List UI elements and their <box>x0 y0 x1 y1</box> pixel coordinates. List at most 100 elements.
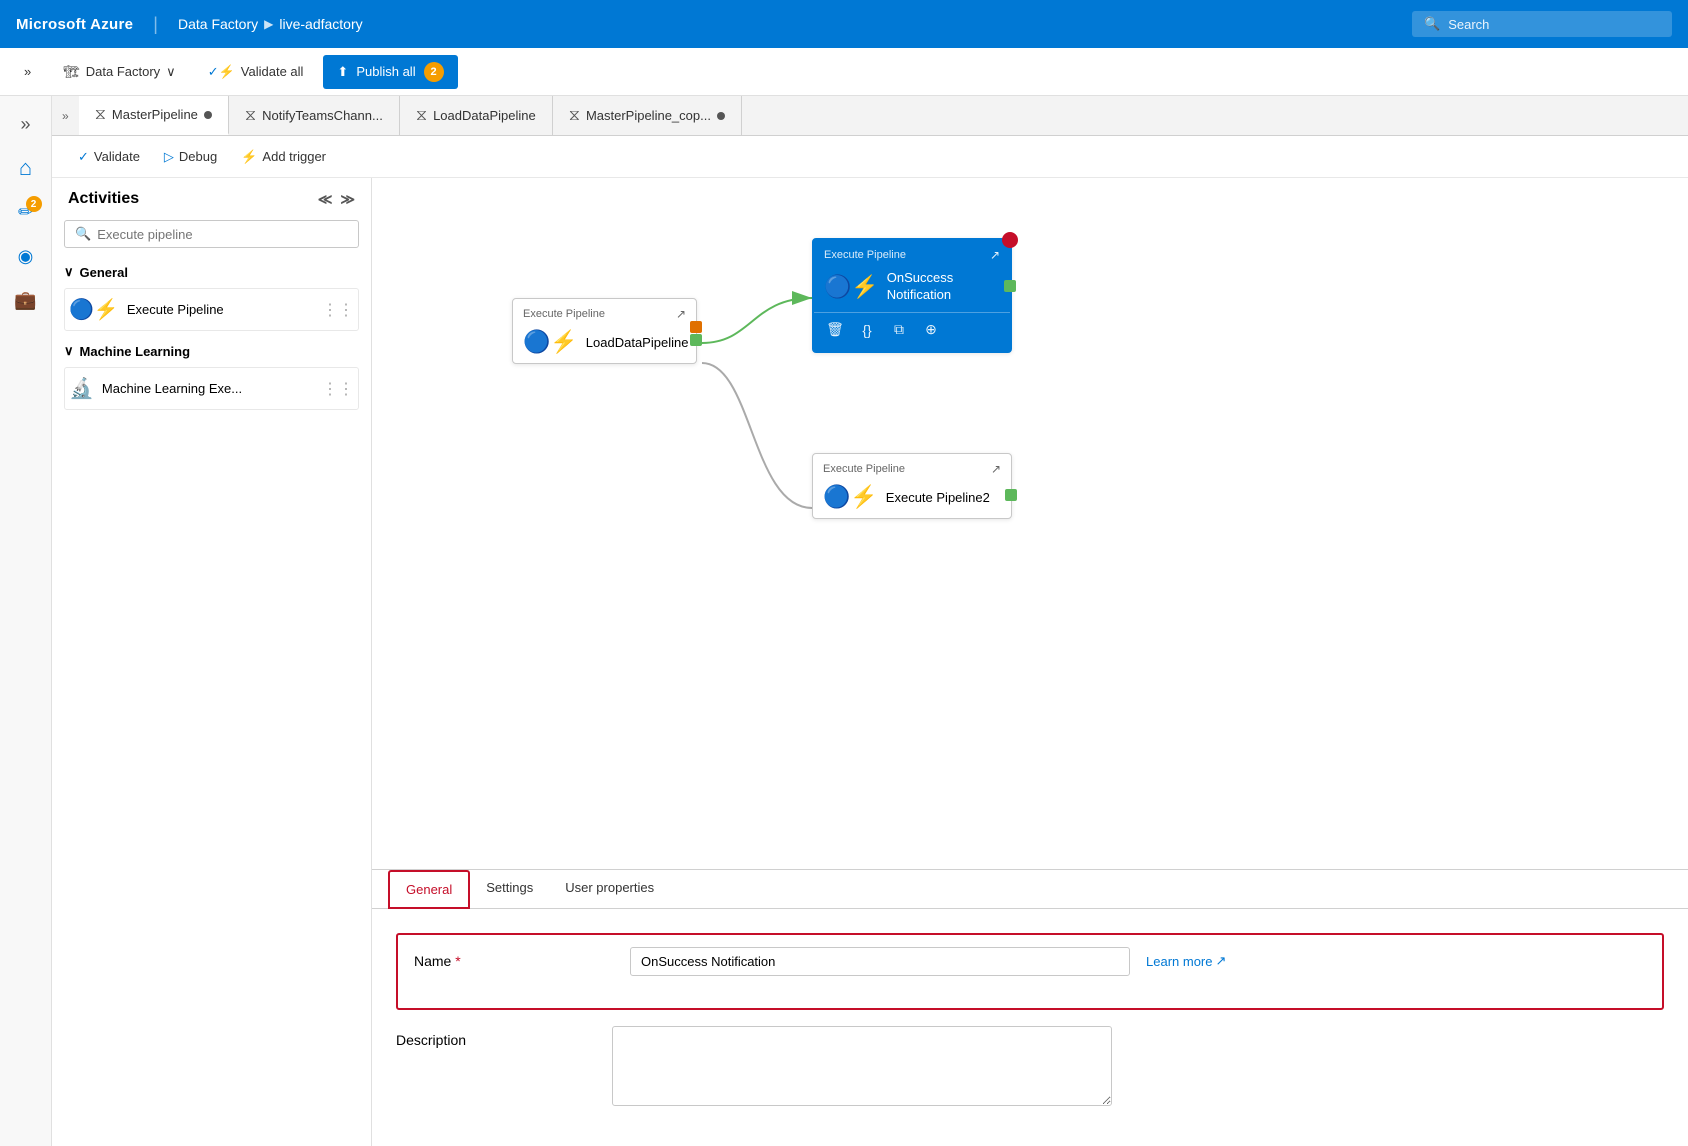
success-connector[interactable] <box>690 334 702 346</box>
delete-icon[interactable]: 🗑 <box>822 317 848 343</box>
description-textarea[interactable] <box>612 1026 1112 1106</box>
activities-general-section: ∨ General 🔵⚡ Execute Pipeline ⋮⋮ <box>52 256 371 335</box>
tab-expander[interactable]: » <box>52 109 79 123</box>
user-properties-tab-label: User properties <box>565 880 654 895</box>
add-trigger-label: Add trigger <box>262 149 326 164</box>
tab-notify-teams[interactable]: ⧖ NotifyTeamsChann... <box>229 96 400 135</box>
general-chevron-icon: ∨ <box>64 264 74 280</box>
debug-button[interactable]: ▷ Debug <box>154 144 227 170</box>
error-indicator <box>1002 232 1018 248</box>
ml-icon: 🔬 <box>69 376 94 401</box>
sub-toolbar: ✓ Validate ▷ Debug ⚡ Add trigger <box>52 136 1688 178</box>
activities-search[interactable]: 🔍 <box>64 220 359 248</box>
nav-manage[interactable]: 💼 <box>6 280 46 320</box>
add-activity-icon[interactable]: ⊕ <box>918 317 944 343</box>
on-success-external-link-icon[interactable]: ↗ <box>990 248 1000 262</box>
left-nav: » ⌂ ✏ 2 ◉ 💼 <box>0 96 52 1146</box>
expand-icon: » <box>24 64 31 79</box>
canvas-inner: Execute Pipeline ↗ 🔵⚡ LoadDataPipeline <box>392 198 1668 698</box>
search-placeholder: Search <box>1448 17 1489 32</box>
validate-all-label: Validate all <box>241 64 304 79</box>
validate-button[interactable]: ✓ Validate <box>68 144 150 170</box>
data-factory-button[interactable]: 🏗 Data Factory ∨ <box>51 58 187 86</box>
canvas-area[interactable]: Execute Pipeline ↗ 🔵⚡ LoadDataPipeline <box>372 178 1688 1146</box>
ml-drag-handle-icon: ⋮⋮ <box>322 379 354 399</box>
name-form-row: Name * Learn more ↗ <box>414 947 1646 976</box>
nav-monitor[interactable]: ◉ <box>6 236 46 276</box>
on-success-type-label: Execute Pipeline <box>824 249 906 261</box>
exec-pipeline2-body: 🔵⚡ Execute Pipeline2 <box>813 480 1011 518</box>
content-area: » ⧖ MasterPipeline ⧖ NotifyTeamsChann...… <box>52 96 1688 1146</box>
search-activities-input[interactable] <box>97 227 348 242</box>
tab-general[interactable]: General <box>388 870 470 909</box>
brand-label: Microsoft Azure <box>16 16 133 33</box>
exec-pipeline2-node[interactable]: Execute Pipeline ↗ 🔵⚡ Execute Pipeline2 <box>812 453 1012 519</box>
on-success-name: OnSuccessNotification <box>887 270 953 304</box>
nav-expand[interactable]: » <box>6 104 46 144</box>
execute-pipeline-activity[interactable]: 🔵⚡ Execute Pipeline ⋮⋮ <box>64 288 359 331</box>
drag-handle-icon: ⋮⋮ <box>322 300 354 320</box>
pipeline-icon: ⧖ <box>95 106 106 124</box>
exec-pipeline2-header: Execute Pipeline ↗ <box>813 454 1011 480</box>
load-data-name: LoadDataPipeline <box>586 335 689 350</box>
tab-master-copy[interactable]: ⧖ MasterPipeline_cop... <box>553 96 742 135</box>
tab-user-properties[interactable]: User properties <box>549 870 670 909</box>
debug-play-icon: ▷ <box>164 149 174 165</box>
failure-connector[interactable] <box>690 321 702 333</box>
expand-activities-icon[interactable]: ≫ <box>340 191 355 208</box>
tab-master-pipeline[interactable]: ⧖ MasterPipeline <box>79 96 229 135</box>
panel-header-icons: ≪ ≫ <box>318 191 355 208</box>
copy-icon[interactable]: ⧉ <box>886 317 912 343</box>
ml-section-header[interactable]: ∨ Machine Learning <box>64 335 359 367</box>
add-trigger-button[interactable]: ⚡ Add trigger <box>231 144 336 170</box>
nav-edit[interactable]: ✏ 2 <box>6 192 46 232</box>
name-input[interactable] <box>630 947 1130 976</box>
ml-chevron-icon: ∨ <box>64 343 74 359</box>
validate-icon: ✓⚡ <box>208 64 235 80</box>
on-success-node-body: 🔵⚡ OnSuccessNotification <box>814 266 1010 312</box>
general-section-header[interactable]: ∨ General <box>64 256 359 288</box>
ml-section-label: Machine Learning <box>80 344 191 359</box>
code-icon[interactable]: {} <box>854 317 880 343</box>
tab-load-data[interactable]: ⧖ LoadDataPipeline <box>400 96 553 135</box>
name-field-section: Name * Learn more ↗ <box>396 933 1664 1010</box>
tab-settings[interactable]: Settings <box>470 870 549 909</box>
exec2-external-link-icon[interactable]: ↗ <box>991 462 1001 476</box>
dropdown-chevron-icon: ∨ <box>166 64 176 80</box>
ml-execute-activity[interactable]: 🔬 Machine Learning Exe... ⋮⋮ <box>64 367 359 410</box>
trigger-icon: ⚡ <box>241 149 257 165</box>
bottom-panel: General Settings User properties <box>372 869 1688 1146</box>
pipeline-icon-4: ⧖ <box>569 107 580 125</box>
expand-nav-icon: » <box>20 114 30 135</box>
collapse-icon[interactable]: ≪ <box>318 191 333 208</box>
external-link-icon[interactable]: ↗ <box>676 307 686 321</box>
breadcrumb-data-factory[interactable]: Data Factory <box>178 16 258 32</box>
manage-icon: 💼 <box>14 290 36 311</box>
search-activities-icon: 🔍 <box>75 226 91 242</box>
general-section-label: General <box>80 265 128 280</box>
tab-copy-unsaved-dot <box>717 112 725 120</box>
activities-panel: Activities ≪ ≫ 🔍 ∨ General <box>52 178 372 1146</box>
name-label: Name * <box>414 947 614 969</box>
activities-header: Activities ≪ ≫ <box>52 178 371 216</box>
pipeline-icon-2: ⧖ <box>245 107 256 125</box>
learn-more-label: Learn more <box>1146 954 1212 969</box>
main-layout: » ⌂ ✏ 2 ◉ 💼 » ⧖ MasterPipeline ⧖ No <box>0 96 1688 1146</box>
learn-more-link[interactable]: Learn more ↗ <box>1146 947 1226 969</box>
on-success-icon: 🔵⚡ <box>824 274 879 300</box>
load-data-node[interactable]: Execute Pipeline ↗ 🔵⚡ LoadDataPipeline <box>512 298 697 364</box>
activities-ml-section: ∨ Machine Learning 🔬 Machine Learning Ex… <box>52 335 371 414</box>
on-success-connector[interactable] <box>1004 280 1016 292</box>
nav-home[interactable]: ⌂ <box>6 148 46 188</box>
validate-all-button[interactable]: ✓⚡ Validate all <box>196 58 316 86</box>
top-bar-separator: | <box>153 14 158 35</box>
on-success-node[interactable]: Execute Pipeline ↗ 🔵⚡ OnSuccessNotificat… <box>812 238 1012 353</box>
expand-nav-button[interactable]: » <box>12 58 43 85</box>
exec2-icon: 🔵⚡ <box>823 484 878 510</box>
search-box[interactable]: 🔍 Search <box>1412 11 1672 37</box>
load-data-node-body: 🔵⚡ LoadDataPipeline <box>513 325 696 363</box>
validate-checkmark-icon: ✓ <box>78 149 89 165</box>
node-type-label: Execute Pipeline <box>523 308 605 320</box>
exec2-connector[interactable] <box>1005 489 1017 501</box>
publish-all-button[interactable]: ⬆ Publish all 2 <box>323 55 457 89</box>
